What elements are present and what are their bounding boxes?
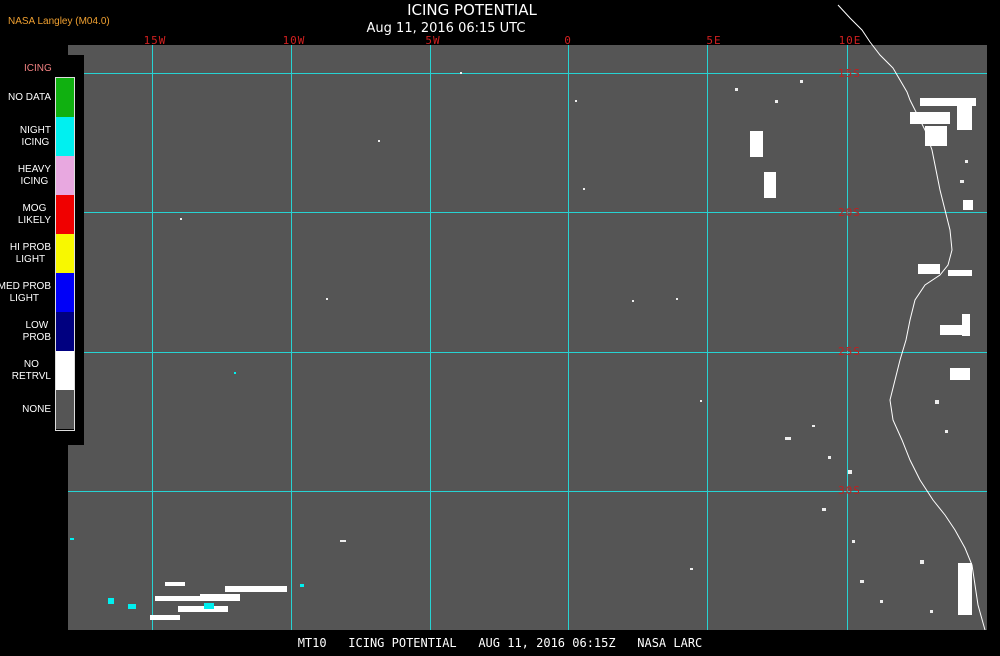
page-title: ICING POTENTIAL (407, 1, 537, 19)
legend-item-heavy-icing: HEAVY ICING (0, 156, 56, 195)
footer-caption: MT10 ICING POTENTIAL AUG 11, 2016 06:15Z… (0, 630, 1000, 650)
legend-item-med-prob-light: MED PROB LIGHT (0, 273, 56, 312)
cloud-patches (750, 98, 976, 615)
legend-label: MOG LIKELY (17, 202, 51, 226)
legend-item-night-icing: NIGHT ICING (0, 117, 56, 156)
lat-label-20s: 20S (838, 206, 861, 219)
legend-title: ICING (24, 63, 52, 74)
legend-item-mog-likely: MOG LIKELY (0, 195, 56, 234)
legend-item-no-retrvl: NO RETRVL (0, 351, 56, 390)
lat-label-15s: 15S (838, 67, 861, 80)
legend-item-no-data: NO DATA (0, 78, 56, 117)
map-overlay (70, 4, 986, 631)
cloud-dots (180, 72, 968, 613)
lon-label-15w: 15W (143, 34, 167, 47)
lon-label-10w: 10W (282, 34, 306, 47)
timestamp-subtitle: Aug 11, 2016 06:15 UTC (366, 21, 526, 36)
legend-label: LOW PROB (22, 319, 51, 343)
legend-label: NO RETRVL (11, 358, 51, 382)
lon-label-5w: 5W (425, 34, 441, 47)
legend-frame (55, 77, 75, 431)
lat-label-30s: 30S (838, 484, 861, 497)
legend-item-hi-prob-light: HI PROB LIGHT (0, 234, 56, 273)
lon-label-5e: 5E (706, 34, 722, 47)
legend-label: NIGHT ICING (19, 124, 51, 148)
legend-label: NONE (22, 403, 51, 415)
lat-label-25s: 25S (838, 345, 861, 358)
bottom-left-clouds (70, 372, 304, 620)
legend-label: NO DATA (8, 91, 51, 103)
lon-label-0: 0 (564, 34, 572, 47)
legend-item-low-prob: LOW PROB (0, 312, 56, 351)
legend-item-none: NONE (0, 390, 56, 429)
legend-label: HI PROB LIGHT (9, 241, 51, 265)
legend-label: HEAVY ICING (17, 163, 51, 187)
lon-label-10e: 10E (838, 34, 862, 47)
legend-label: MED PROB LIGHT (0, 280, 51, 304)
